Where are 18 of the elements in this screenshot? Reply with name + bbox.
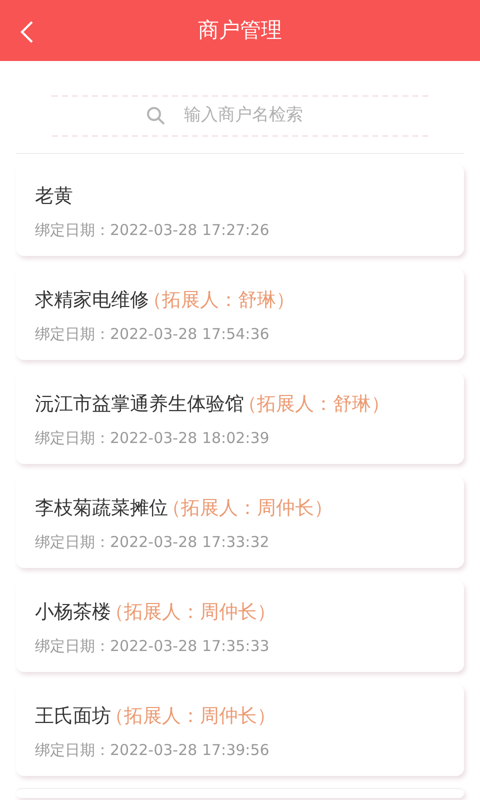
bind-date: 2022-03-28 17:39:56: [110, 740, 270, 760]
bind-date: 2022-03-28 17:35:33: [110, 636, 270, 656]
bind-date: 2022-03-28 17:33:32: [110, 532, 270, 552]
search-icon: [146, 106, 166, 126]
back-icon[interactable]: [20, 20, 34, 44]
date-label: 绑定日期：: [35, 636, 110, 656]
date-label: 绑定日期：: [35, 220, 110, 240]
bind-date: 2022-03-28 18:02:39: [110, 428, 270, 448]
date-label: 绑定日期：: [35, 532, 110, 552]
bind-date: 2022-03-28 17:54:36: [110, 324, 270, 344]
merchant-card[interactable]: 老黄 绑定日期：2022-03-28 17:27:26: [16, 164, 464, 256]
date-label: 绑定日期：: [35, 324, 110, 344]
search-field[interactable]: 输入商户名检索: [184, 103, 334, 129]
bind-date: 2022-03-28 17:27:26: [110, 220, 270, 240]
merchant-name: 老黄: [35, 184, 73, 209]
date-label: 绑定日期：: [35, 428, 110, 448]
page-title: 商户管理: [198, 16, 282, 44]
date-label: 绑定日期：: [35, 740, 110, 760]
